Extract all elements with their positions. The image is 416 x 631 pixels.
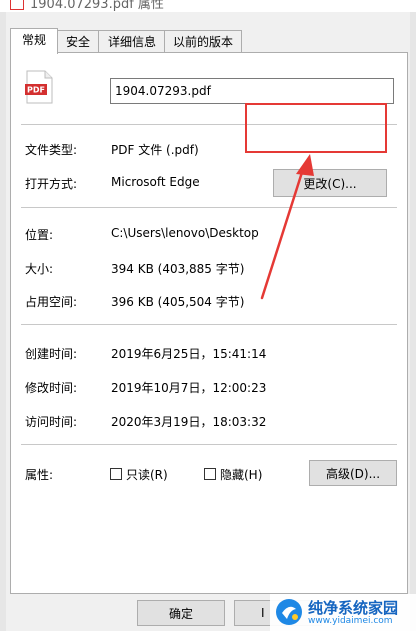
created-value: 2019年6月25日，15:41:14 — [111, 347, 267, 361]
separator — [21, 124, 397, 125]
size-value: 394 KB (403,885 字节) — [111, 262, 245, 276]
created-label: 创建时间: — [25, 347, 78, 361]
disk-size-label: 占用空间: — [25, 295, 78, 309]
modified-label: 修改时间: — [25, 381, 78, 395]
tab-details[interactable]: 详细信息 — [98, 30, 166, 53]
watermark-logo-icon — [276, 599, 302, 625]
separator — [21, 444, 397, 445]
location-label: 位置: — [25, 228, 54, 242]
window-title: 1904.07293.pdf 属性 — [30, 0, 164, 12]
size-label: 大小: — [25, 262, 54, 276]
location-value: C:\Users\lenovo\Desktop — [111, 226, 259, 240]
modified-value: 2019年10月7日，12:00:23 — [111, 381, 267, 395]
disk-size-value: 396 KB (405,504 字节) — [111, 295, 245, 309]
readonly-label[interactable]: 只读(R) — [126, 466, 168, 483]
watermark-url: www.yidaimei.com — [308, 616, 393, 626]
attributes-label: 属性: — [25, 468, 54, 482]
hidden-checkbox[interactable] — [204, 468, 216, 480]
separator — [21, 324, 397, 325]
tab-previous-versions[interactable]: 以前的版本 — [164, 30, 242, 53]
ok-button[interactable]: 确定 — [137, 600, 225, 626]
file-type-value: PDF 文件 (.pdf) — [111, 143, 199, 157]
advanced-button[interactable]: 高级(D)... — [309, 460, 397, 486]
readonly-checkbox[interactable] — [110, 468, 122, 480]
svg-text:PDF: PDF — [27, 86, 45, 95]
tab-general[interactable]: 常规 — [10, 28, 58, 54]
general-panel: PDF 文件类型: PDF 文件 (.pdf) 打开方式: Microsoft … — [10, 52, 408, 594]
watermark: 纯净系统家园 www.yidaimei.com — [270, 594, 416, 631]
separator — [21, 207, 397, 208]
title-bar: 1904.07293.pdf 属性 — [0, 0, 416, 12]
open-with-value: Microsoft Edge — [111, 175, 200, 189]
tab-security[interactable]: 安全 — [56, 30, 100, 53]
open-with-label: 打开方式: — [25, 177, 78, 191]
watermark-title: 纯净系统家园 — [308, 599, 399, 617]
pdf-title-icon — [10, 0, 24, 10]
hidden-label[interactable]: 隐藏(H) — [220, 466, 262, 483]
pdf-file-icon: PDF — [25, 70, 53, 104]
file-type-label: 文件类型: — [25, 143, 78, 157]
file-name-input[interactable] — [110, 78, 394, 104]
accessed-label: 访问时间: — [25, 415, 78, 429]
red-arrow-icon — [260, 154, 314, 300]
accessed-value: 2020年3月19日，18:03:32 — [111, 415, 267, 429]
left-edge — [0, 12, 6, 631]
right-edge — [410, 12, 416, 631]
